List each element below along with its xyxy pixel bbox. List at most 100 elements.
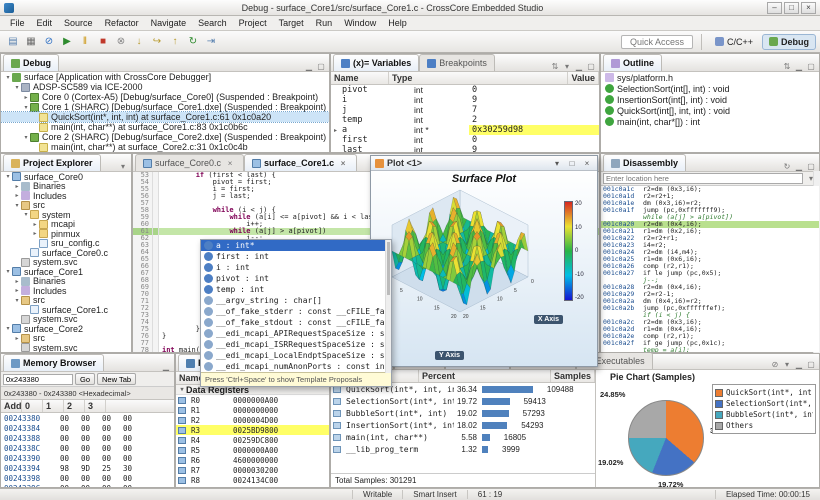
variable-row[interactable]: pivot int 0 [331, 85, 599, 95]
sort-icon[interactable]: ⇅ [781, 62, 793, 71]
location-input[interactable] [603, 173, 803, 184]
tree-twisty[interactable]: ▸ [13, 335, 21, 342]
outline-item[interactable]: sys/platform.h [601, 72, 819, 83]
project-tree-row[interactable]: ▸ mcapi [1, 220, 131, 230]
maximize-view-icon[interactable]: ▢ [805, 360, 817, 369]
menu-item[interactable]: Run [310, 17, 339, 29]
tree-twisty[interactable]: ▾ [13, 84, 21, 91]
register-row[interactable]: R0 0000000A00 [176, 395, 329, 405]
project-tree-row[interactable]: surface_Core1.c [1, 305, 131, 315]
tree-twisty[interactable]: ▸ [13, 278, 21, 285]
memory-row[interactable]: 00243388 00 00 00 00 [1, 433, 174, 443]
tree-twisty[interactable]: ▸ [22, 94, 30, 101]
editor-tab[interactable]: surface_Core1.c × [244, 154, 357, 171]
tree-twisty[interactable]: ▾ [22, 134, 30, 141]
plot-close-icon[interactable]: × [581, 159, 593, 168]
tab-project-explorer[interactable]: Project Explorer [3, 154, 101, 171]
debug-tree-row[interactable]: ▾ Core 2 (SHARC) [Debug/surface_Core2.dx… [1, 132, 329, 142]
maximize-view-icon[interactable]: ▢ [805, 62, 817, 71]
completion-item[interactable]: __of_fake_stdout : const __cFILE_fake [201, 317, 391, 328]
completion-item[interactable]: __argv_string : char[] [201, 295, 391, 306]
close-tab-icon[interactable]: × [224, 159, 236, 168]
project-tree-row[interactable]: ▾ surface_Core0 [1, 172, 131, 182]
perspective-button[interactable]: C/C++ [708, 34, 760, 50]
minimize-view-icon[interactable]: ▁ [793, 162, 805, 171]
completion-item[interactable]: __edi_mcapi_APIRequestSpaceSize : size_t [201, 328, 391, 339]
column-header[interactable]: Name [331, 72, 389, 84]
memory-row[interactable]: 00243398 00 00 00 00 [1, 473, 174, 483]
project-tree-row[interactable]: ▾ src [1, 296, 131, 306]
variable-row[interactable]: ▸ a int * 0x30259d98 [331, 125, 599, 135]
register-row[interactable]: R1 0000000000 [176, 405, 329, 415]
toolbar-icon[interactable]: ↓ [130, 33, 148, 51]
outline-item[interactable]: InsertionSort(int[], int) : void [601, 94, 819, 105]
register-row[interactable]: R4 00259DC800 [176, 435, 329, 445]
memory-row[interactable]: 00243380 00 00 00 00 [1, 413, 174, 423]
outline-item[interactable]: QuickSort(int[], int, int) : void [601, 105, 819, 116]
debug-tree-row[interactable]: QuickSort(int*, int, int) at surface_Cor… [1, 112, 329, 122]
menu-item[interactable]: File [4, 17, 31, 29]
maximize-view-icon[interactable]: ▢ [805, 162, 817, 171]
tree-twisty[interactable]: ▾ [22, 211, 30, 218]
register-row[interactable]: R5 0000000A00 [176, 445, 329, 455]
outline-item[interactable]: main(int, char*[]) : int [601, 116, 819, 127]
column-header[interactable]: 1 [43, 400, 64, 412]
completion-item[interactable]: temp : int [201, 284, 391, 295]
tree-twisty[interactable]: ▾ [4, 268, 12, 275]
completion-item[interactable]: __edi_mcapi_LocalEndptSpaceSize : size_t [201, 350, 391, 361]
debug-tree-row[interactable]: ▾ surface [Application with CrossCore De… [1, 72, 329, 82]
toolbar-icon[interactable]: ■ [94, 33, 112, 51]
toolbar-icon[interactable]: ↪ [148, 33, 166, 51]
menu-item[interactable]: Refactor [99, 17, 145, 29]
variable-row[interactable]: last int 9 [331, 145, 599, 152]
tab-memory-browser[interactable]: Memory Browser [3, 354, 104, 371]
toolbar-icon[interactable]: ⇥ [202, 33, 220, 51]
menu-item[interactable]: Window [338, 17, 382, 29]
toolbar-icon[interactable]: ▤ [4, 33, 22, 51]
register-row[interactable]: R3 0025BD9800 [176, 425, 329, 435]
completion-item[interactable]: __of_fake_stderr : const __cFILE_fake [201, 306, 391, 317]
menu-item[interactable]: Navigate [145, 17, 193, 29]
view-menu-icon[interactable]: ▾ [561, 62, 573, 71]
project-tree-row[interactable]: ▾ surface_Core2 [1, 324, 131, 334]
editor-tab[interactable]: surface_Core0.c × [135, 154, 244, 171]
tree-twisty[interactable]: ▸ [31, 230, 39, 237]
tree-twisty[interactable]: ▸ [13, 287, 21, 294]
tree-twisty[interactable]: ▾ [13, 202, 21, 209]
tab-outline[interactable]: Outline [603, 54, 662, 71]
memory-row[interactable]: 00243390 00 00 00 00 [1, 453, 174, 463]
profiling-row[interactable]: __lib_prog_term 1.32 3999 [331, 443, 595, 455]
plot-window[interactable]: Plot <1> ▾ □ × Surface Plot 051015200510… [370, 155, 598, 367]
toolbar-icon[interactable]: ⊘ [40, 33, 58, 51]
completion-item[interactable]: __edi_mcapi_numAnonPorts : const int [201, 361, 391, 372]
minimize-view-icon[interactable]: ▁ [160, 362, 172, 371]
quick-access[interactable]: Quick Access [621, 35, 693, 49]
profiling-row[interactable]: main(int, char**) 5.58 16805 [331, 431, 595, 443]
column-header[interactable]: Address [1, 400, 22, 412]
legend-item[interactable]: Others [715, 420, 813, 431]
tree-twisty[interactable]: ▾ [4, 173, 12, 180]
project-tree-row[interactable]: ▸ Includes [1, 191, 131, 201]
profiling-row[interactable]: BubbleSort(int*, int) 19.02 57293 [331, 407, 595, 419]
memory-row[interactable]: 0024338C 00 00 00 00 [1, 443, 174, 453]
collapse-all-icon[interactable]: ⇅ [549, 62, 561, 71]
go-button[interactable]: Go [75, 373, 95, 385]
clear-icon[interactable]: ⊘ [769, 360, 781, 369]
project-tree-row[interactable]: surface_Core0.c [1, 248, 131, 258]
tree-twisty[interactable]: ▸ [13, 192, 21, 199]
column-header[interactable]: Type [389, 72, 568, 84]
column-header[interactable]: Percent [419, 370, 551, 382]
variable-row[interactable]: j int 7 [331, 105, 599, 115]
column-header[interactable]: 0 [22, 400, 43, 412]
column-header[interactable]: Value [568, 72, 599, 84]
menu-item[interactable]: Search [192, 17, 233, 29]
project-tree-row[interactable]: sru_config.c [1, 239, 131, 249]
memory-range-tab[interactable]: 0x243380 - 0x243380 <Hexadecimal> [1, 387, 174, 400]
column-header[interactable]: 2 [64, 400, 85, 412]
tab-debug[interactable]: Debug [3, 54, 59, 71]
new-tab-button[interactable]: New Tab [97, 373, 136, 385]
refresh-icon[interactable]: ↻ [781, 162, 793, 171]
legend-item[interactable]: QuickSort(int*, int, int) [715, 387, 813, 398]
project-tree-row[interactable]: system.svc [1, 258, 131, 268]
tree-twisty[interactable]: ▸ [31, 221, 39, 228]
